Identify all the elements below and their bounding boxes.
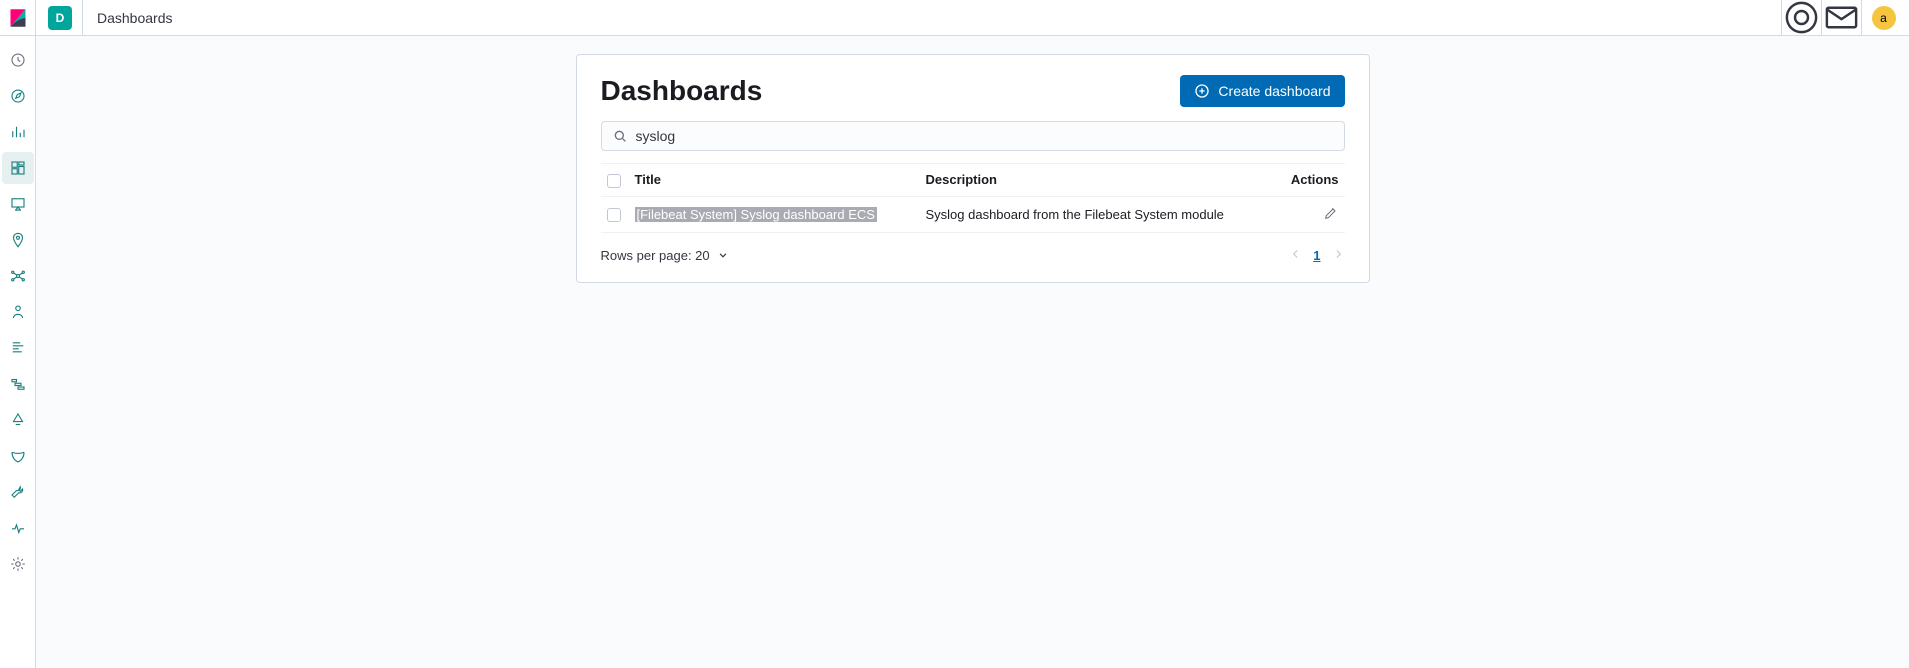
search-box[interactable] [601,121,1345,151]
sidenav-item-dashboard[interactable] [2,152,34,184]
panel-header: Dashboards Create dashboard [601,75,1345,107]
chevron-right-icon [1331,247,1345,261]
breadcrumb[interactable]: Dashboards [82,0,187,36]
table-footer: Rows per page: 20 1 [601,233,1345,264]
edit-button[interactable] [1323,209,1339,224]
topbar-right: a [1781,0,1901,35]
table-row: [Filebeat System] Syslog dashboard ECS S… [601,196,1345,232]
sidenav-item-management[interactable] [2,548,34,580]
row-checkbox[interactable] [607,208,621,222]
help-icon[interactable] [1781,0,1821,36]
topbar: D Dashboards a [0,0,1909,36]
page-number[interactable]: 1 [1313,248,1320,263]
main: Dashboards Create dashboard Title Descri… [36,36,1909,668]
sidenav-item-metrics[interactable] [2,296,34,328]
rows-per-page[interactable]: Rows per page: 20 [601,248,730,263]
sidenav-item-canvas[interactable] [2,188,34,220]
sidenav-item-recent[interactable] [2,44,34,76]
page-title: Dashboards [601,75,763,107]
search-icon [612,128,628,144]
col-title[interactable]: Title [629,164,920,197]
pencil-icon [1323,205,1339,221]
dashboard-title-link[interactable]: [Filebeat System] Syslog dashboard ECS [635,207,877,222]
col-actions: Actions [1275,164,1345,197]
prev-page-button[interactable] [1289,247,1303,264]
kibana-logo-icon [8,8,28,28]
table-header-row: Title Description Actions [601,164,1345,197]
results-table: Title Description Actions [Filebeat Syst… [601,163,1345,233]
sidenav-item-siem[interactable] [2,440,34,472]
sidenav-item-monitoring[interactable] [2,512,34,544]
next-page-button[interactable] [1331,247,1345,264]
plus-circle-icon [1194,83,1210,99]
kibana-logo[interactable] [0,0,36,36]
sidenav-item-discover[interactable] [2,80,34,112]
chevron-down-icon [716,248,730,262]
col-description: Description [919,164,1274,197]
sidenav-item-logs[interactable] [2,332,34,364]
chevron-left-icon [1289,247,1303,261]
dashboard-description: Syslog dashboard from the Filebeat Syste… [919,196,1274,232]
dashboards-panel: Dashboards Create dashboard Title Descri… [576,54,1370,283]
sidenav-item-uptime[interactable] [2,404,34,436]
rows-per-page-label: Rows per page: 20 [601,248,710,263]
app-badge[interactable]: D [48,6,72,30]
create-dashboard-button[interactable]: Create dashboard [1180,75,1344,107]
sidenav-item-apm[interactable] [2,368,34,400]
body: Dashboards Create dashboard Title Descri… [0,36,1909,668]
sidenav-item-dev-tools[interactable] [2,476,34,508]
sidenav-item-maps[interactable] [2,224,34,256]
pagination: 1 [1289,247,1344,264]
avatar[interactable]: a [1872,6,1896,30]
sidenav [0,36,36,668]
sidenav-item-ml[interactable] [2,260,34,292]
mail-icon[interactable] [1821,0,1861,36]
create-dashboard-label: Create dashboard [1218,83,1330,99]
topbar-left: D Dashboards [0,0,187,35]
user-menu[interactable]: a [1861,0,1901,36]
search-input[interactable] [636,128,1334,144]
sidenav-item-visualize[interactable] [2,116,34,148]
select-all-checkbox[interactable] [607,174,621,188]
